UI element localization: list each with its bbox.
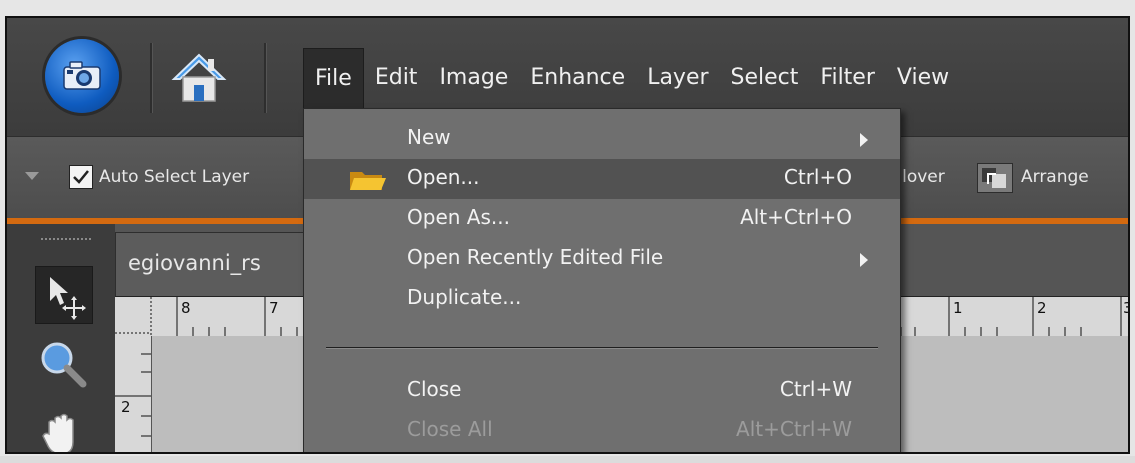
menu-select[interactable]: Select xyxy=(720,48,810,108)
options-collapse-icon[interactable] xyxy=(25,172,39,180)
menu-item-close[interactable]: Close Ctrl+W xyxy=(304,371,900,411)
camera-icon xyxy=(63,61,101,90)
menu-file[interactable]: File xyxy=(303,48,364,108)
menu-item-duplicate[interactable]: Duplicate... xyxy=(304,279,900,319)
magnifier-icon xyxy=(41,342,87,388)
menu-layer[interactable]: Layer xyxy=(636,48,719,108)
ruler-label: 8 xyxy=(181,299,191,317)
tools-panel xyxy=(7,224,115,452)
hand-icon xyxy=(42,413,74,452)
menu-enhance[interactable]: Enhance xyxy=(519,48,636,108)
menubar-separator xyxy=(264,43,267,113)
menu-item-open-as[interactable]: Open As... Alt+Ctrl+O xyxy=(304,199,900,239)
menubar-separator xyxy=(150,43,153,113)
file-menu-dropdown: New Open... Ctrl+O Open As... Alt+Ctrl+O… xyxy=(303,108,901,452)
menu-filter[interactable]: Filter xyxy=(809,48,885,108)
zoom-tool[interactable] xyxy=(35,336,91,392)
window-bottom-edge xyxy=(0,456,1135,463)
submenu-arrow-icon xyxy=(860,133,868,147)
menu-view[interactable]: View xyxy=(886,48,960,108)
menu-item-open-recent[interactable]: Open Recently Edited File xyxy=(304,239,900,279)
ruler-label: 2 xyxy=(121,398,131,416)
menu-image[interactable]: Image xyxy=(428,48,519,108)
auto-select-checkbox[interactable] xyxy=(69,165,93,189)
document-tab-label: egiovanni_rs xyxy=(128,251,261,275)
menu-item-new[interactable]: New xyxy=(304,119,900,159)
menu-item-close-all: Close All Alt+Ctrl+W xyxy=(407,417,852,441)
folder-icon xyxy=(350,172,386,190)
hand-tool[interactable] xyxy=(35,404,91,452)
menu-item-open[interactable]: Open... Ctrl+O xyxy=(304,159,900,199)
ruler-label: 7 xyxy=(269,299,279,317)
vertical-ruler: 2 xyxy=(115,336,152,452)
ruler-ticks xyxy=(115,353,151,437)
menu-separator xyxy=(326,347,878,349)
ruler-label: 2 xyxy=(1037,299,1047,317)
home-icon xyxy=(171,53,227,102)
ruler-label: 3 xyxy=(1123,299,1128,317)
checkmark-icon xyxy=(73,170,89,184)
arrange-icon[interactable] xyxy=(977,163,1013,193)
menu-items: File Edit Image Enhance Layer Select Fil… xyxy=(303,48,960,108)
move-tool[interactable] xyxy=(35,266,93,324)
move-tool-icon xyxy=(50,277,86,320)
auto-select-label: Auto Select Layer xyxy=(99,167,250,187)
panel-grip[interactable] xyxy=(41,238,91,240)
camera-app-button[interactable] xyxy=(45,39,119,113)
document-tab[interactable]: egiovanni_rs xyxy=(115,232,317,297)
editor-window: File Edit Image Enhance Layer Select Fil… xyxy=(5,16,1130,454)
arrange-label[interactable]: Arrange xyxy=(1021,165,1089,189)
ruler-label: 1 xyxy=(953,299,963,317)
menu-edit[interactable]: Edit xyxy=(364,48,429,108)
home-button[interactable] xyxy=(170,49,228,107)
submenu-arrow-icon xyxy=(860,253,868,267)
